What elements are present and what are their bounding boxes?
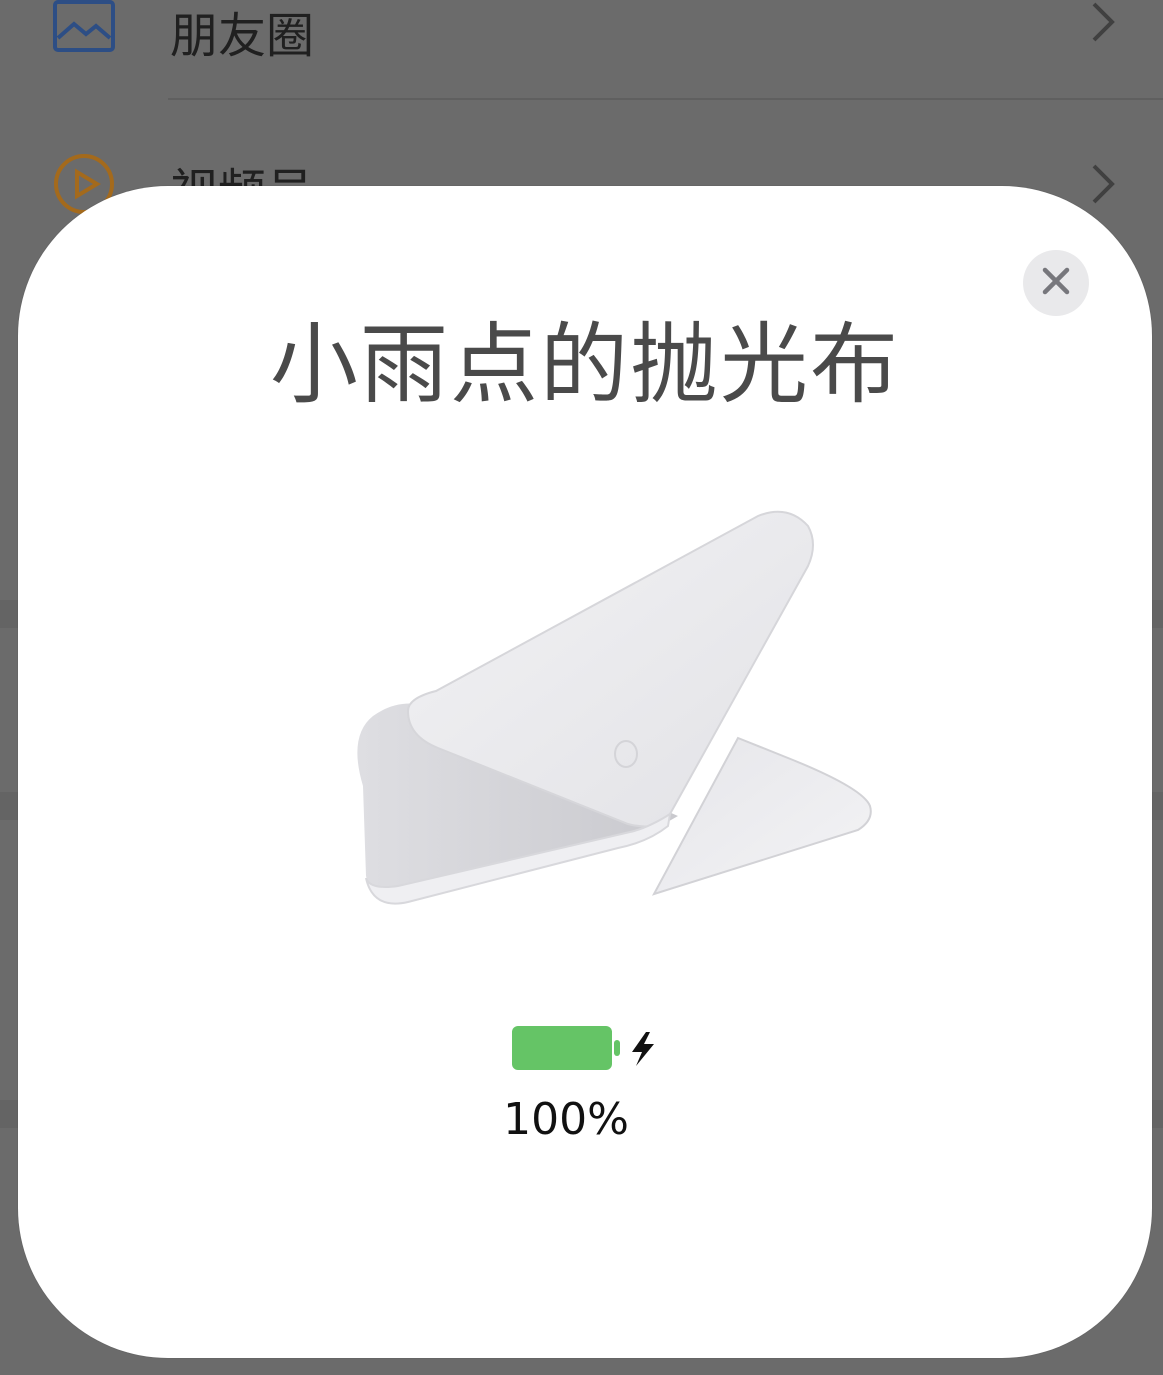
polishing-cloth-image bbox=[318, 486, 878, 906]
charging-bolt-icon bbox=[632, 1032, 654, 1066]
bg-row-label: 朋友圈 bbox=[170, 8, 315, 64]
battery-percentage: 100% bbox=[503, 1094, 629, 1145]
moments-icon bbox=[52, 0, 116, 58]
device-popup-card: 小雨点的抛光布 100% bbox=[18, 186, 1152, 1358]
device-title: 小雨点的抛光布 bbox=[269, 313, 900, 416]
chevron-right-icon bbox=[1088, 162, 1118, 206]
chevron-right-icon bbox=[1088, 0, 1118, 44]
battery-fill bbox=[512, 1026, 612, 1070]
battery-indicator bbox=[510, 1024, 670, 1074]
bg-row-moments[interactable]: 朋友圈 bbox=[0, 0, 1163, 106]
